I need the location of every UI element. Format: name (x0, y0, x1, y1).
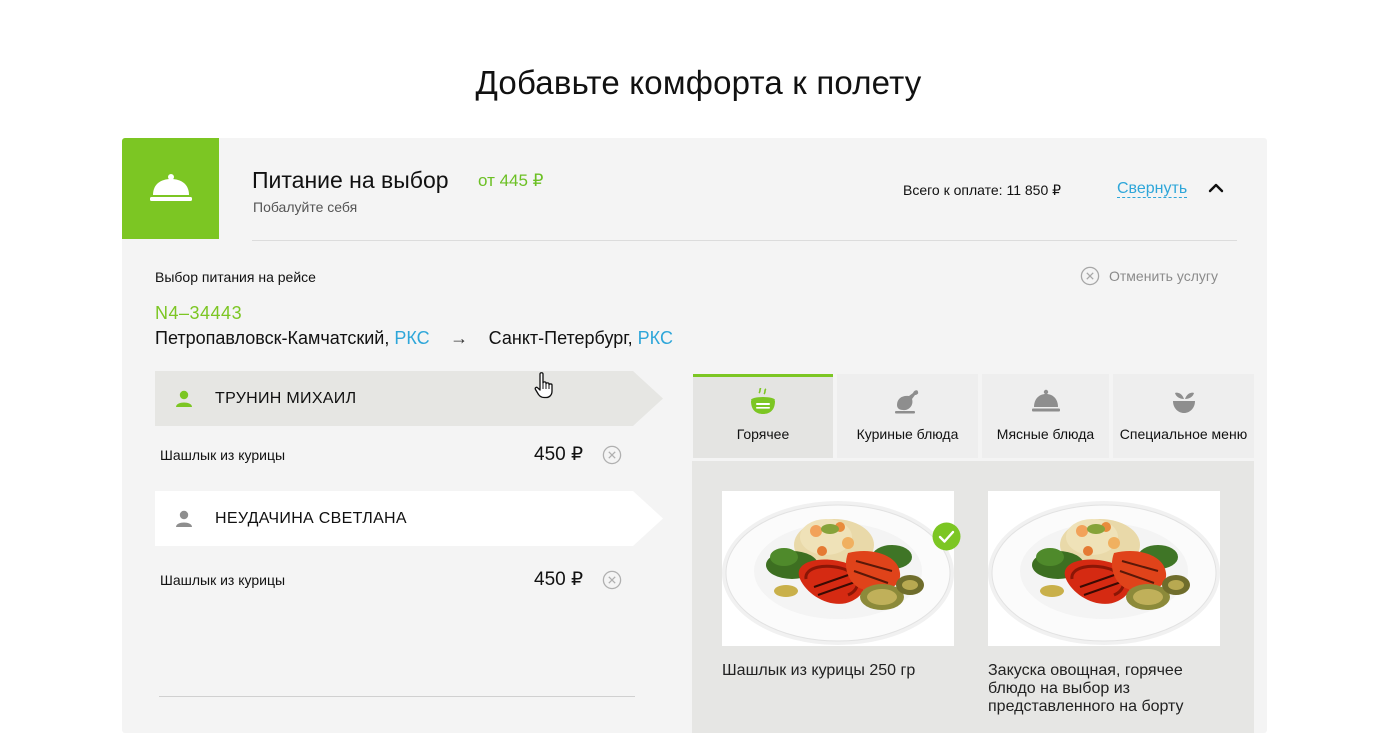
dish-list: Шашлык из курицы 250 гр Закуска овощная,… (692, 461, 1254, 733)
tab-meat[interactable]: Мясные блюда (982, 374, 1109, 458)
passenger-meal-row: Шашлык из курицы 450 ₽ (160, 444, 630, 468)
meal-category-tabs: Горячее Куриные блюда Мясные блюда Специ… (693, 374, 1254, 458)
service-subtitle: Побалуйте себя (253, 199, 358, 215)
header-divider (252, 240, 1237, 241)
flight-number: N4–34443 (155, 303, 243, 323)
passenger-meal-name: Шашлык из курицы (160, 447, 286, 463)
tab-special-menu[interactable]: Специальное меню (1113, 374, 1254, 458)
tab-label: Специальное меню (1119, 426, 1248, 442)
chevron-up-icon[interactable] (1208, 182, 1224, 194)
tab-hot[interactable]: Горячее (693, 374, 833, 458)
origin-city: Петропавловск-Камчатский, (155, 328, 395, 348)
tab-chicken[interactable]: Куриные блюда (837, 374, 978, 458)
dish-name: Шашлык из курицы 250 гр (722, 662, 916, 679)
user-icon (176, 510, 192, 527)
passenger-name: НЕУДАЧИНА СВЕТЛАНА (215, 509, 407, 527)
passenger-name: ТРУНИН МИХАИЛ (215, 389, 357, 407)
vegetables-icon (1172, 392, 1195, 413)
dish-name: Закуска овощная, горячее блюдо на выбор … (988, 662, 1184, 715)
passenger-meal-price: 450 ₽ (534, 569, 584, 590)
passenger-tab-active[interactable]: ТРУНИН МИХАИЛ (155, 371, 663, 426)
passenger-tab[interactable]: НЕУДАЧИНА СВЕТЛАНА (155, 491, 663, 546)
cloche-icon (149, 173, 192, 201)
route-arrow: → (450, 328, 469, 348)
user-icon (176, 390, 192, 407)
meal-service-panel: Питание на выбор от 445 ₽ Побалуйте себя… (122, 138, 1267, 733)
total-amount: Всего к оплате: 11 850 ₽ (903, 182, 1062, 198)
destination-city: Санкт-Петербург, (488, 328, 638, 348)
dish-card-selected[interactable]: Шашлык из курицы 250 гр (722, 491, 961, 680)
cloche-icon (1031, 389, 1060, 412)
hand-pointer-icon (534, 372, 553, 399)
destination-code: РКС (637, 328, 673, 348)
flight-route: Петропавловск-Камчатский, РКС → Санкт-Пете… (155, 328, 673, 349)
cancel-service-label: Отменить услугу (1109, 268, 1218, 284)
dish-image (722, 491, 954, 646)
check-icon (932, 522, 961, 551)
passenger-meal-name: Шашлык из курицы (160, 572, 286, 588)
cancel-service-button[interactable]: Отменить услугу (1080, 266, 1218, 286)
tab-label: Мясные блюда (996, 426, 1095, 442)
remove-meal-icon[interactable] (602, 445, 622, 465)
service-price-from: от 445 ₽ (478, 171, 544, 190)
origin-code: РКС (394, 328, 430, 348)
close-circle-icon (1080, 266, 1100, 286)
passenger-meal-row: Шашлык из курицы 450 ₽ (160, 569, 630, 593)
tab-label: Горячее (736, 426, 790, 442)
chicken-icon (894, 390, 918, 414)
dish-image (988, 491, 1220, 646)
list-divider (159, 696, 635, 697)
dish-card[interactable]: Закуска овощная, горячее блюдо на выбор … (988, 491, 1224, 716)
tab-label: Куриные блюда (856, 426, 959, 442)
section-label: Выбор питания на рейсе (155, 269, 316, 285)
hot-bowl-icon (751, 388, 775, 414)
service-icon-box (122, 138, 219, 239)
remove-meal-icon[interactable] (602, 570, 622, 590)
page-title: Добавьте комфорта к полету (475, 64, 922, 101)
collapse-link[interactable]: Свернуть (1117, 180, 1188, 198)
service-title: Питание на выбор (252, 167, 449, 193)
passenger-meal-price: 450 ₽ (534, 444, 584, 465)
